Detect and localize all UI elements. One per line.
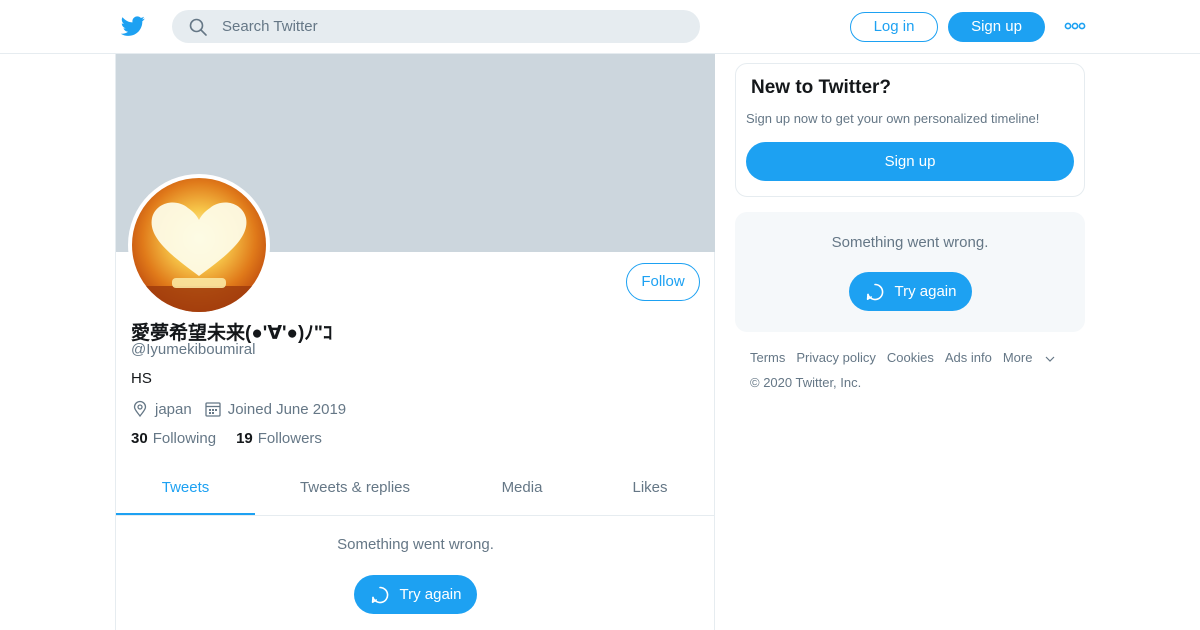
profile-counts: 30 Following 19 Followers bbox=[131, 430, 342, 447]
footer-link-privacy[interactable]: Privacy policy bbox=[796, 350, 875, 365]
profile-tabs: Tweets Tweets & replies Media Likes bbox=[116, 469, 715, 516]
new-to-twitter-subtitle: Sign up now to get your own personalized… bbox=[746, 111, 1040, 126]
profile-joined-date: Joined June 2019 bbox=[227, 400, 347, 418]
profile-column: Follow 愛夢希望未来(●'∀'●)ﾉ"ｺ @Iyumekiboumiral… bbox=[115, 54, 715, 630]
footer-link-terms[interactable]: Terms bbox=[750, 350, 785, 365]
followers-link[interactable]: 19 Followers bbox=[236, 430, 322, 447]
twitter-bird-icon[interactable] bbox=[120, 14, 146, 38]
footer-link-cookies[interactable]: Cookies bbox=[887, 350, 934, 365]
following-count: 30 bbox=[131, 430, 148, 447]
followers-label: Followers bbox=[257, 430, 322, 447]
sidebar-try-again-label: Try again bbox=[894, 283, 957, 300]
login-button[interactable]: Log in bbox=[850, 12, 938, 42]
footer-more-label: More bbox=[1002, 350, 1033, 365]
profile-meta: japan Joined June 2019 bbox=[131, 398, 358, 420]
search-input[interactable] bbox=[222, 10, 682, 43]
new-to-twitter-title: New to Twitter? bbox=[751, 77, 892, 98]
new-to-twitter-card: New to Twitter? Sign up now to get your … bbox=[735, 63, 1085, 197]
signup-button[interactable]: Sign up bbox=[948, 12, 1045, 42]
tab-tweets[interactable]: Tweets bbox=[116, 469, 255, 515]
profile-location: japan bbox=[155, 400, 192, 418]
tab-media[interactable]: Media bbox=[482, 469, 562, 515]
footer: Terms Privacy policy Cookies Ads info Mo… bbox=[750, 350, 1066, 390]
profile-handle[interactable]: @Iyumekiboumiral bbox=[131, 341, 255, 358]
footer-more-link[interactable]: More bbox=[1003, 350, 1056, 365]
sidebar-error-message: Something went wrong. bbox=[831, 234, 989, 251]
search-box[interactable] bbox=[172, 10, 700, 43]
footer-copyright: © 2020 Twitter, Inc. bbox=[750, 375, 862, 390]
chevron-down-icon bbox=[1046, 356, 1055, 362]
refresh-icon bbox=[866, 283, 883, 300]
follow-button[interactable]: Follow bbox=[626, 263, 700, 301]
location-pin-icon bbox=[133, 400, 147, 418]
avatar-image bbox=[132, 178, 266, 312]
tab-likes[interactable]: Likes bbox=[614, 469, 686, 515]
refresh-icon bbox=[371, 586, 388, 603]
following-link[interactable]: 30 Following bbox=[131, 430, 216, 447]
footer-link-ads-info[interactable]: Ads info bbox=[945, 350, 992, 365]
following-label: Following bbox=[152, 430, 217, 447]
avatar[interactable] bbox=[132, 178, 266, 312]
sidebar-try-again-button[interactable]: Try again bbox=[849, 272, 972, 311]
timeline-error-message: Something went wrong. bbox=[337, 536, 494, 553]
more-dots-icon[interactable] bbox=[1064, 20, 1086, 32]
sidebar-signup-button[interactable]: Sign up bbox=[746, 142, 1074, 181]
profile-bio: HS bbox=[131, 370, 152, 387]
followers-count: 19 bbox=[236, 430, 253, 447]
tab-tweets-replies[interactable]: Tweets & replies bbox=[276, 469, 434, 515]
top-navigation-bar: Log in Sign up bbox=[0, 0, 1200, 54]
sidebar-error-card: Something went wrong. Try again bbox=[735, 212, 1085, 332]
timeline-try-again-label: Try again bbox=[399, 586, 462, 603]
search-icon bbox=[189, 18, 207, 36]
avatar-frame bbox=[128, 174, 270, 316]
timeline-try-again-button[interactable]: Try again bbox=[354, 575, 477, 614]
calendar-icon bbox=[205, 402, 221, 417]
